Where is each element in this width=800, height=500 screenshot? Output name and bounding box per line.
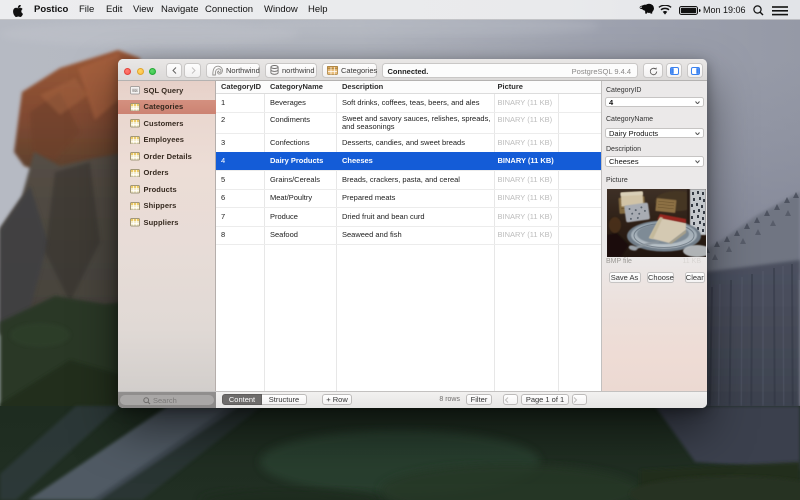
svg-text:SQL: SQL <box>132 88 138 92</box>
